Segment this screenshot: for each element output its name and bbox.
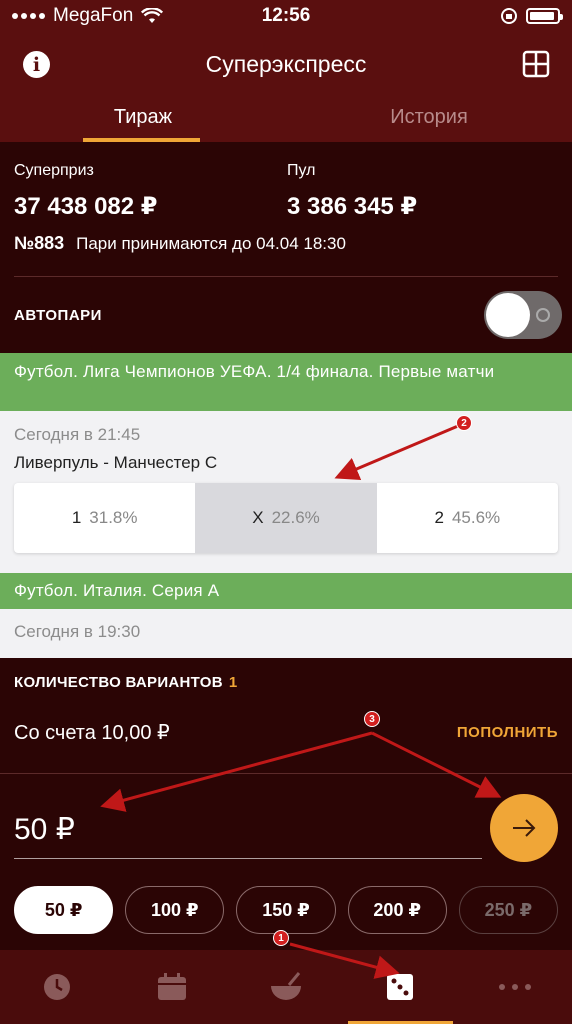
- tab-history[interactable]: История: [286, 96, 572, 142]
- toggle-knob: [486, 293, 530, 337]
- odd-key: X: [252, 508, 264, 527]
- amount-chips: 50 ₽ 100 ₽ 150 ₽ 200 ₽ 250 ₽: [0, 886, 572, 934]
- draw-number: №883: [14, 233, 65, 253]
- rotation-lock-icon: [500, 8, 517, 24]
- amount-chip[interactable]: 100 ₽: [125, 886, 225, 934]
- nav-item-calendar[interactable]: [114, 950, 228, 1024]
- amount-chip[interactable]: 50 ₽: [14, 886, 114, 934]
- annotation-badge: 3: [364, 711, 380, 727]
- signal-icon: [12, 13, 45, 19]
- submit-bet-button[interactable]: [490, 794, 558, 862]
- odd-option-1[interactable]: 1 31.8%: [14, 483, 195, 553]
- annotation-badge: 2: [456, 415, 472, 431]
- arrow-right-icon: [513, 819, 536, 837]
- calendar-icon: [157, 973, 186, 1000]
- odd-value: 45.6%: [451, 508, 501, 527]
- match-time: Сегодня в 19:30: [14, 622, 141, 641]
- variants-row: КОЛИЧЕСТВО ВАРИАНТОВ 1: [0, 658, 572, 691]
- autopay-label: АВТОПАРИ: [14, 306, 102, 324]
- divider: [14, 276, 558, 277]
- match-card: Сегодня в 19:30: [0, 609, 572, 663]
- draw-deadline: Пари принимаются до 04.04 18:30: [76, 234, 346, 253]
- clock-icon: [44, 974, 71, 1000]
- superprize-label: Суперприз: [14, 162, 94, 179]
- odd-value: 31.8%: [89, 508, 138, 527]
- bottom-nav: [0, 950, 572, 1024]
- top-header: MegaFon 12:56 i Суперэкспресс Тираж Исто…: [0, 0, 572, 142]
- bet-panel: КОЛИЧЕСТВО ВАРИАНТОВ 1 Со счета 10,00 ₽ П…: [0, 658, 572, 950]
- nav-item-bowl[interactable]: [229, 950, 343, 1024]
- status-bar: MegaFon 12:56: [0, 0, 572, 32]
- match-teams: Ливерпуль - Манчестер С: [14, 453, 218, 472]
- match-card: Сегодня в 21:45 Ливерпуль - Манчестер С …: [0, 411, 572, 573]
- nav-item-clock[interactable]: [0, 950, 114, 1024]
- status-right: [360, 7, 563, 25]
- draw-info: Суперприз Пул 37 438 082 ₽ 3 386 345 ₽ №…: [0, 142, 572, 277]
- carrier-name: MegaFon: [53, 5, 134, 26]
- pool-value: 3 386 345 ₽: [287, 193, 418, 220]
- bowl-icon: [271, 972, 302, 1000]
- tab-bar: Тираж История: [0, 96, 572, 142]
- account-row: Со счета 10,00 ₽ ПОПОЛНИТЬ: [0, 701, 572, 763]
- tab-draw[interactable]: Тираж: [0, 96, 286, 142]
- match-time: Сегодня в 21:45: [14, 425, 141, 444]
- grid-icon[interactable]: [522, 50, 550, 78]
- battery-icon: [525, 8, 563, 24]
- status-time: 12:56: [261, 5, 311, 26]
- league-header: Футбол. Лига Чемпионов УЕФА. 1/4 финала.…: [0, 353, 572, 411]
- variants-count: 1: [228, 674, 238, 691]
- info-icon[interactable]: i: [23, 51, 50, 78]
- dice-icon: [387, 974, 414, 1000]
- odds-selector: 1 31.8% X 22.6% 2 45.6%: [14, 483, 558, 553]
- page-title: Суперэкспресс: [205, 50, 367, 77]
- odd-key: 2: [434, 508, 444, 527]
- nav-bar: i Суперэкспресс: [0, 32, 572, 96]
- account-balance: Со счета 10,00 ₽: [14, 721, 170, 744]
- pool-label: Пул: [287, 162, 316, 179]
- amount-underline: [14, 858, 482, 859]
- nav-item-dice[interactable]: [343, 950, 457, 1024]
- more-icon: [498, 984, 531, 990]
- toggle-off-indicator: [536, 308, 550, 322]
- superprize-value: 37 438 082 ₽: [14, 193, 158, 220]
- topup-button[interactable]: ПОПОЛНИТЬ: [457, 724, 558, 741]
- odd-value: 22.6%: [271, 508, 320, 527]
- amount-row: 50 ₽: [0, 774, 572, 872]
- odd-option-x[interactable]: X 22.6%: [195, 483, 377, 553]
- annotation-badge: 1: [273, 930, 289, 946]
- variants-label: КОЛИЧЕСТВО ВАРИАНТОВ: [14, 674, 223, 691]
- autopay-toggle[interactable]: [484, 291, 562, 339]
- league-header: Футбол. Италия. Серия А: [0, 573, 572, 609]
- autopay-row: АВТОПАРИ: [0, 277, 572, 353]
- nav-item-more[interactable]: [458, 950, 572, 1024]
- amount-chip[interactable]: 250 ₽: [458, 886, 559, 934]
- wifi-icon: [141, 8, 164, 23]
- amount-chip[interactable]: 150 ₽: [236, 886, 336, 934]
- status-left: MegaFon: [12, 5, 212, 27]
- odd-option-2[interactable]: 2 45.6%: [377, 483, 558, 553]
- amount-input[interactable]: 50 ₽: [14, 812, 75, 847]
- odd-key: 1: [71, 508, 82, 527]
- amount-chip[interactable]: 200 ₽: [347, 886, 447, 934]
